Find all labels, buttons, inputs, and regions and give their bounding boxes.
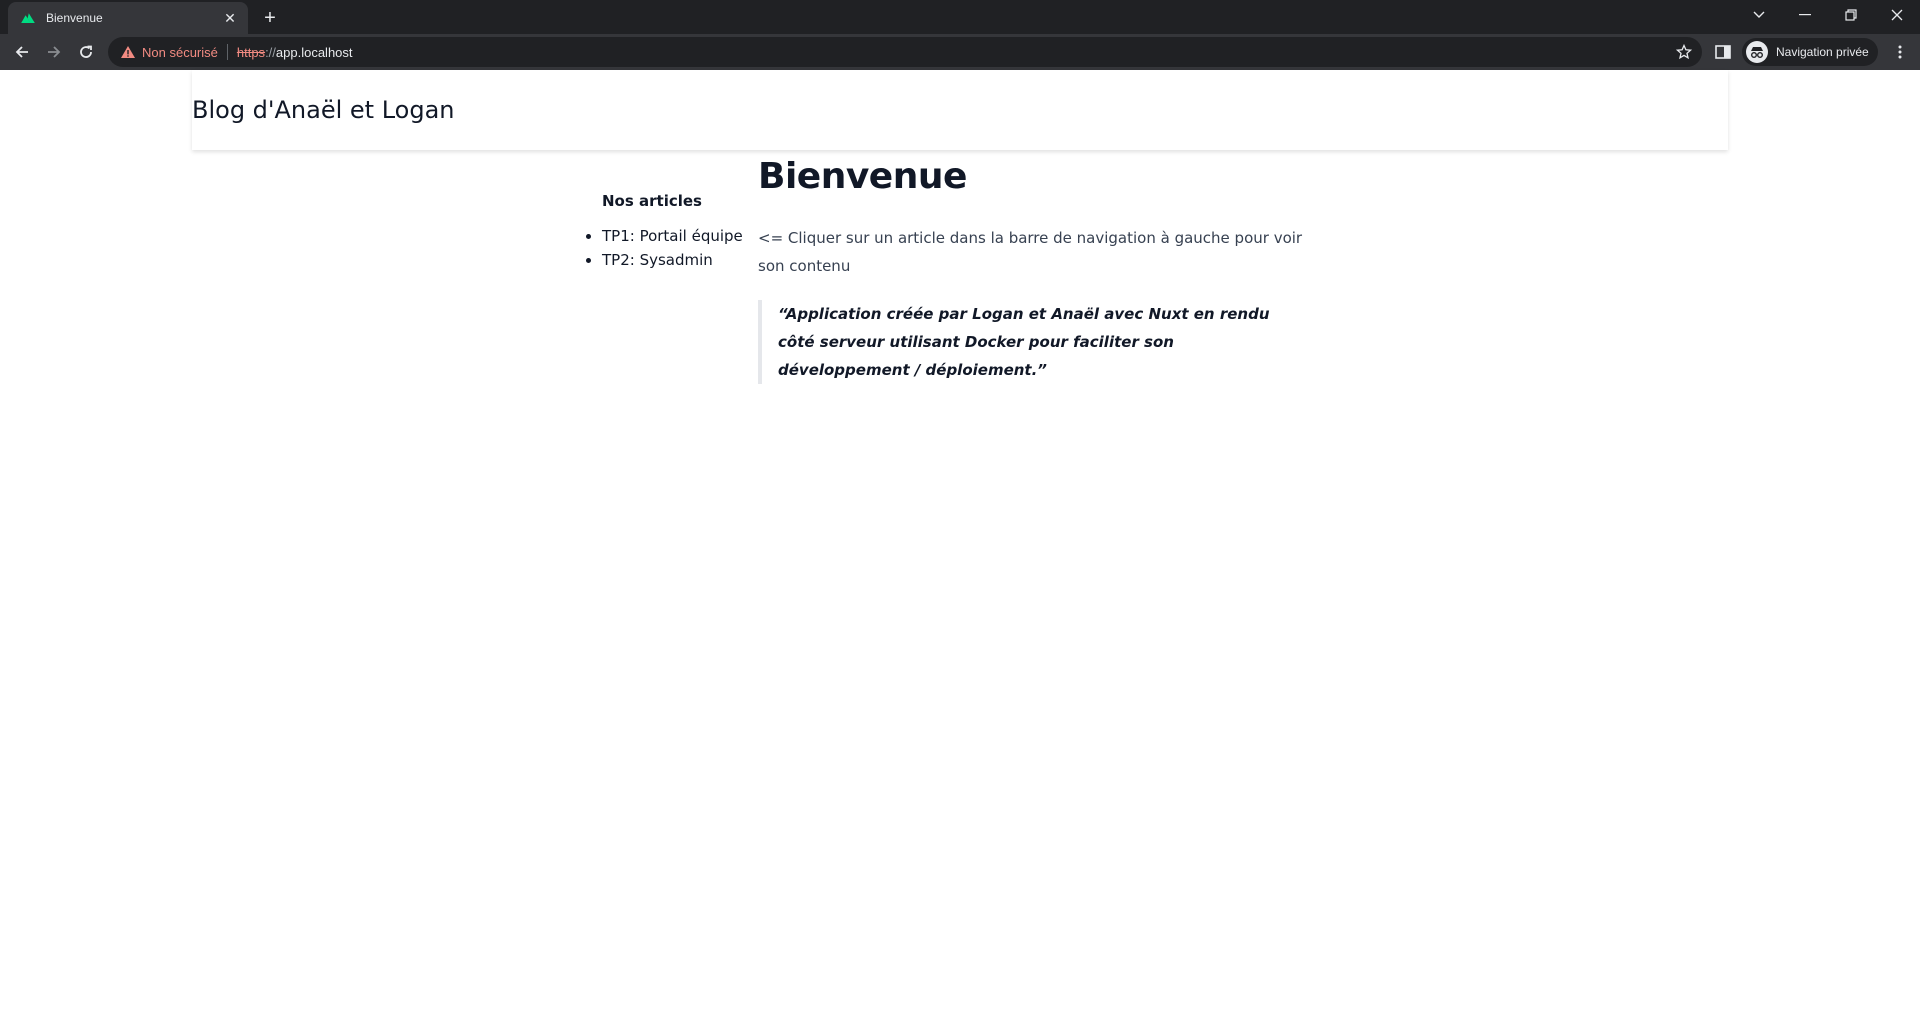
bookmark-star-icon[interactable] — [1676, 44, 1692, 60]
url-separator: :// — [265, 44, 276, 60]
warning-icon — [121, 46, 135, 58]
minimize-icon[interactable] — [1782, 0, 1828, 30]
url-host: app.localhost — [275, 44, 353, 60]
browser-tab[interactable]: Bienvenue ✕ — [8, 2, 248, 34]
forward-arrow-icon[interactable] — [40, 38, 68, 66]
nuxt-favicon-icon — [21, 13, 35, 23]
article-list: TP1: Portail équipe TP2: Sysadmin — [582, 224, 752, 272]
browser-tabstrip: Bienvenue ✕ + — [0, 0, 1920, 34]
incognito-label: Navigation privée — [1776, 45, 1869, 59]
tab-search-icon[interactable] — [1736, 0, 1782, 30]
back-arrow-icon[interactable] — [8, 38, 36, 66]
sidebar-item-tp1: TP1: Portail équipe — [602, 224, 752, 248]
side-panel-icon[interactable] — [1714, 43, 1732, 61]
incognito-profile-button[interactable]: Navigation privée — [1742, 38, 1878, 66]
site-title[interactable]: Blog d'Anaël et Logan — [192, 96, 455, 124]
tab-title: Bienvenue — [46, 11, 103, 25]
intro-text: <= Cliquer sur un article dans la barre … — [758, 229, 1303, 275]
security-status[interactable]: Non sécurisé — [142, 45, 218, 60]
browser-toolbar: Non sécurisé https://app.localhost Navig… — [0, 34, 1920, 70]
restore-icon[interactable] — [1828, 0, 1874, 30]
site-header: Blog d'Anaël et Logan — [192, 70, 1728, 150]
new-tab-icon[interactable]: + — [258, 6, 282, 30]
sidebar-item-tp2: TP2: Sysadmin — [602, 248, 752, 272]
menu-kebab-icon[interactable] — [1888, 40, 1912, 64]
reload-icon[interactable] — [72, 38, 100, 66]
incognito-icon — [1746, 41, 1768, 63]
articles-sidebar: Nos articles TP1: Portail équipe TP2: Sy… — [582, 192, 752, 272]
close-window-icon[interactable] — [1874, 0, 1920, 30]
omnibox-divider — [226, 44, 228, 60]
tab-close-icon[interactable]: ✕ — [222, 10, 238, 26]
article-link-tp1[interactable]: TP1: Portail équipe — [602, 227, 743, 245]
main-content: Bienvenue <= Cliquer sur un article dans… — [758, 152, 1303, 384]
sidebar-heading: Nos articles — [602, 192, 702, 210]
about-quote: “Application créée par Logan et Anaël av… — [758, 300, 1303, 384]
article-link-tp2[interactable]: TP2: Sysadmin — [602, 251, 713, 269]
url-scheme: https — [236, 44, 266, 60]
page-viewport: Blog d'Anaël et Logan Nos articles TP1: … — [0, 70, 1920, 1033]
page-heading: Bienvenue — [758, 156, 967, 197]
address-bar[interactable]: Non sécurisé https://app.localhost — [108, 37, 1702, 67]
